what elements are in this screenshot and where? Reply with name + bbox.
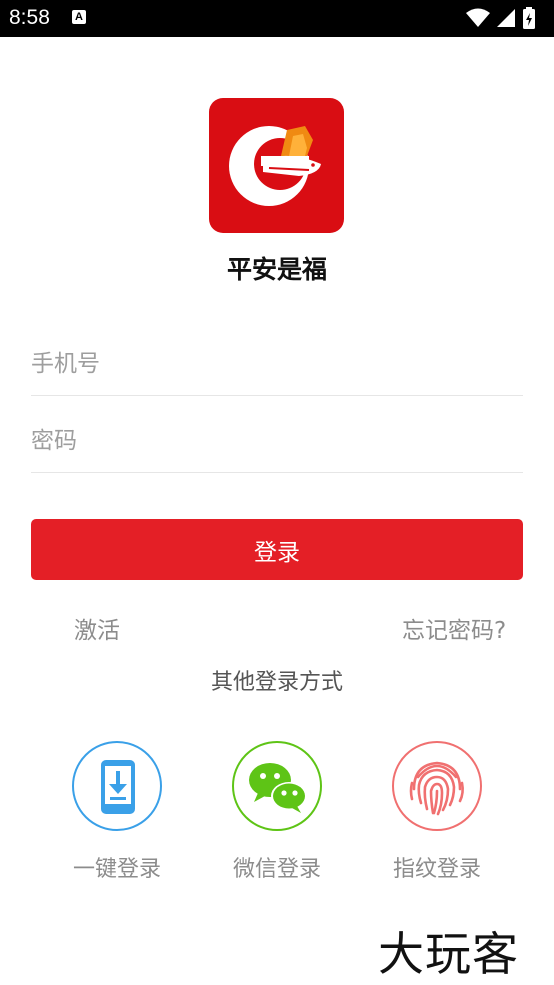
other-login-title: 其他登录方式 — [210, 670, 343, 695]
a-icon: A — [72, 10, 86, 24]
status-time: 8:58 — [9, 6, 50, 29]
one-click-login-option[interactable]: 一键登录 — [42, 741, 192, 883]
forgot-password-link[interactable]: 忘记密码? — [402, 611, 506, 645]
wechat-icon[interactable] — [232, 741, 322, 831]
fingerprint-icon[interactable] — [392, 741, 482, 831]
watermark-logo: 大玩客 — [378, 927, 519, 981]
fingerprint-login-option[interactable]: 指纹登录 — [362, 741, 512, 883]
wechat-login-option[interactable]: 微信登录 — [202, 741, 352, 883]
app-name: 平安是福 — [226, 255, 327, 284]
fingerprint-login-label: 指纹登录 — [392, 857, 481, 882]
status-icons — [466, 7, 546, 35]
phone-download-icon[interactable] — [72, 741, 162, 831]
cell-signal-icon — [497, 9, 515, 27]
login-button[interactable]: 登录 — [31, 519, 523, 580]
password-field-container — [31, 410, 523, 473]
app-logo-icon — [209, 98, 344, 233]
status-bar: 8:58 A — [0, 0, 554, 37]
phone-input[interactable] — [31, 333, 523, 395]
wechat-login-label: 微信登录 — [232, 857, 321, 882]
phone-field-container — [31, 333, 523, 396]
activate-link[interactable]: 激活 — [74, 611, 120, 645]
wifi-icon — [466, 8, 490, 27]
one-click-login-label: 一键登录 — [72, 857, 161, 882]
password-input[interactable] — [31, 410, 523, 472]
battery-charging-icon — [523, 7, 535, 29]
